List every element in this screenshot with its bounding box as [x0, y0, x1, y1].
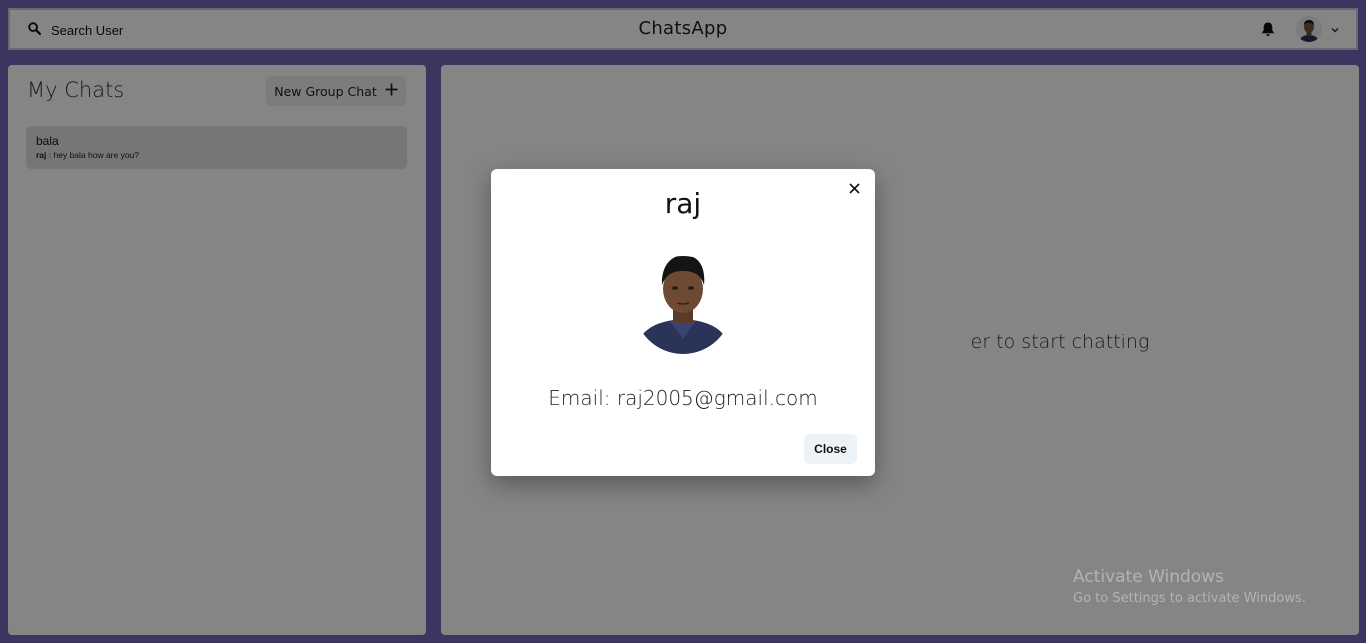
watermark-line-2: Go to Settings to activate Windows.	[1073, 591, 1306, 606]
close-button[interactable]: Close	[804, 434, 857, 464]
profile-photo	[634, 247, 732, 355]
windows-activation-watermark: Activate Windows Go to Settings to activ…	[1073, 567, 1306, 606]
profile-name: raj	[664, 187, 702, 220]
profile-modal: raj Email: raj2005@gmail.com Close	[491, 169, 875, 476]
watermark-line-1: Activate Windows	[1073, 567, 1224, 587]
profile-email: Email: raj2005@gmail.com	[548, 386, 818, 410]
